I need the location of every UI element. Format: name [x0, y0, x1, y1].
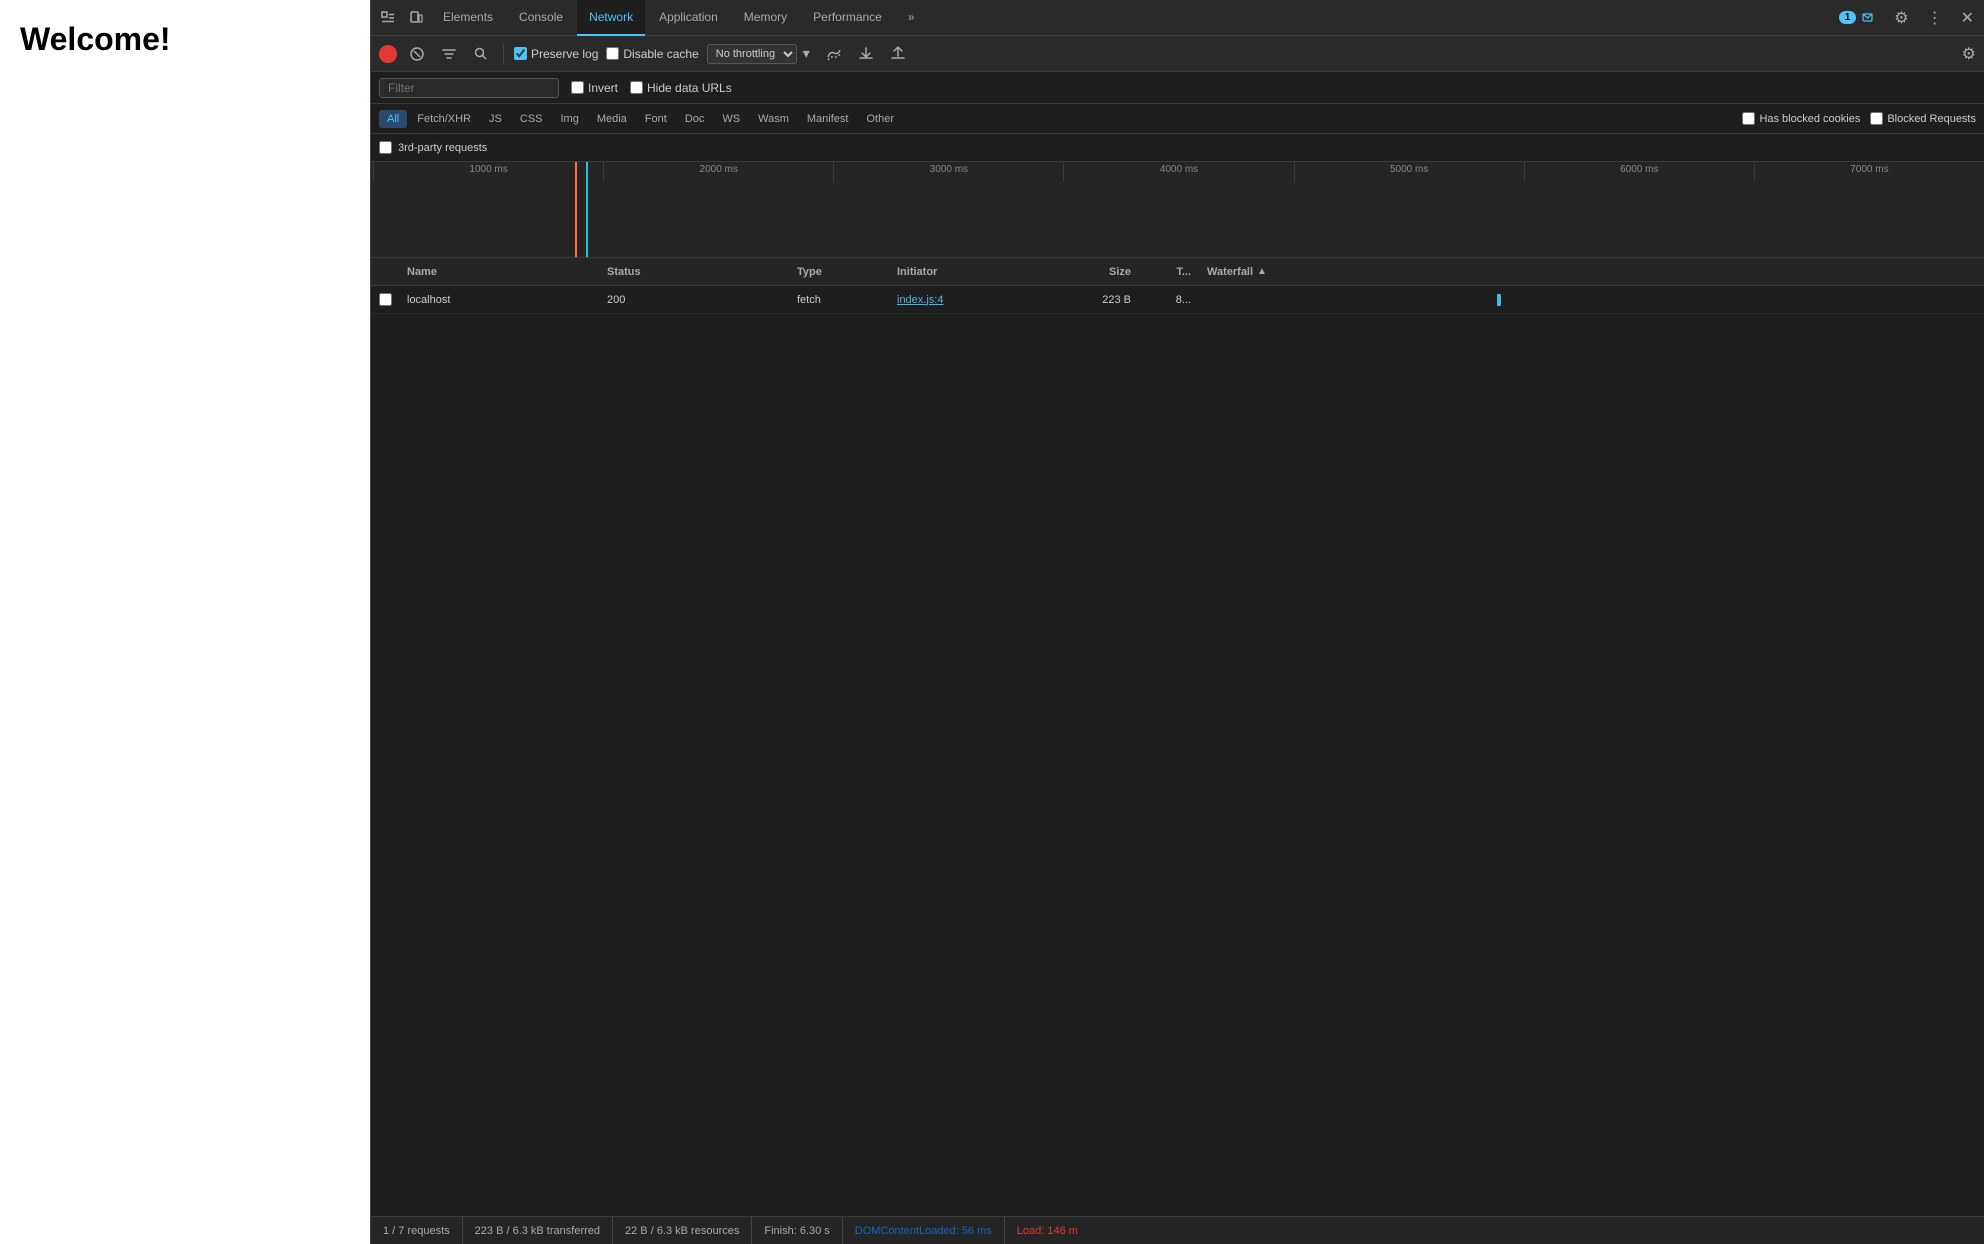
hide-data-urls-checkbox[interactable]: Hide data URLs [630, 81, 732, 95]
col-header-initiator: Initiator [889, 266, 1059, 278]
status-bar: 1 / 7 requests 223 B / 6.3 kB transferre… [371, 1216, 1984, 1244]
tick-0: 1000 ms [373, 162, 603, 182]
preserve-log-input[interactable] [514, 47, 527, 60]
type-filter-ws[interactable]: WS [714, 110, 748, 128]
type-filter-media[interactable]: Media [589, 110, 635, 128]
tab-console[interactable]: Console [507, 0, 575, 36]
tick-3: 4000 ms [1063, 162, 1293, 182]
status-requests: 1 / 7 requests [383, 1217, 463, 1244]
waterfall-bar [1497, 294, 1501, 306]
type-filter-css[interactable]: CSS [512, 110, 551, 128]
table-row[interactable]: localhost 200 fetch index.js:4 223 B 8..… [371, 286, 1984, 314]
third-party-row: 3rd-party requests [371, 134, 1984, 162]
settings-gear-btn[interactable]: ⚙ [1888, 4, 1914, 32]
row-checkbox[interactable] [379, 293, 392, 306]
status-load: Load: 146 m [1005, 1217, 1090, 1244]
search-button[interactable] [469, 44, 493, 64]
filter-button[interactable] [437, 44, 461, 64]
status-transferred: 223 B / 6.3 kB transferred [463, 1217, 613, 1244]
tab-more[interactable]: » [896, 0, 927, 36]
network-settings-btn[interactable]: ⚙ [1962, 44, 1976, 64]
disable-cache-checkbox[interactable]: Disable cache [606, 47, 698, 61]
table-header: Name Status Type Initiator Size T... Wat… [371, 258, 1984, 286]
invert-input[interactable] [571, 81, 584, 94]
preserve-log-checkbox[interactable]: Preserve log [514, 47, 598, 61]
disable-cache-input[interactable] [606, 47, 619, 60]
invert-checkbox[interactable]: Invert [571, 81, 618, 95]
has-blocked-cookies-checkbox[interactable]: Has blocked cookies [1742, 112, 1860, 125]
page-title: Welcome! [20, 20, 350, 58]
export-har-btn[interactable] [886, 44, 910, 64]
col-header-status: Status [599, 266, 789, 278]
tab-application[interactable]: Application [647, 0, 730, 36]
timeline-header: 1000 ms 2000 ms 3000 ms 4000 ms 5000 ms … [371, 162, 1984, 258]
col-header-time: T... [1139, 266, 1199, 278]
type-filter-doc[interactable]: Doc [677, 110, 713, 128]
filter-input[interactable] [379, 78, 559, 98]
throttle-dropdown-btn[interactable]: ▾ [799, 43, 814, 64]
import-har-btn[interactable] [854, 44, 878, 64]
tab-elements[interactable]: Elements [431, 0, 505, 36]
tick-1: 2000 ms [603, 162, 833, 182]
record-button[interactable] [379, 45, 397, 63]
network-toolbar: Preserve log Disable cache No throttling… [371, 36, 1984, 72]
notification-badge: 1 [1839, 11, 1857, 24]
type-filter-all[interactable]: All [379, 110, 407, 128]
device-icon-btn[interactable] [403, 7, 429, 29]
network-table: Name Status Type Initiator Size T... Wat… [371, 258, 1984, 1216]
row-type: fetch [789, 294, 889, 306]
clear-button[interactable] [405, 44, 429, 64]
col-header-size: Size [1059, 266, 1139, 278]
row-size: 223 B [1059, 294, 1139, 306]
tab-network[interactable]: Network [577, 0, 645, 36]
tab-performance[interactable]: Performance [801, 0, 894, 36]
timeline-ticks: 1000 ms 2000 ms 3000 ms 4000 ms 5000 ms … [371, 162, 1984, 182]
row-checkbox-cell [371, 293, 399, 306]
row-status: 200 [599, 294, 789, 306]
tick-5: 6000 ms [1524, 162, 1754, 182]
filter-row: Invert Hide data URLs [371, 72, 1984, 104]
tab-memory[interactable]: Memory [732, 0, 799, 36]
notifications-btn[interactable]: 1 [1833, 7, 1883, 29]
throttle-select[interactable]: No throttling Slow 3G Fast 3G Offline [707, 44, 797, 64]
waterfall-sort-icon: ▲ [1257, 266, 1267, 277]
type-filter-manifest[interactable]: Manifest [799, 110, 857, 128]
type-filter-row: All Fetch/XHR JS CSS Img Media Font Doc … [371, 104, 1984, 134]
type-filter-other[interactable]: Other [858, 110, 902, 128]
close-devtools-btn[interactable]: ✕ [1955, 4, 1980, 32]
devtools-panel: Elements Console Network Application Mem… [370, 0, 1984, 1244]
col-header-type: Type [789, 266, 889, 278]
has-blocked-cookies-input[interactable] [1742, 112, 1755, 125]
timeline-line-orange [575, 162, 577, 257]
row-initiator-link[interactable]: index.js:4 [897, 294, 943, 306]
type-filter-js[interactable]: JS [481, 110, 510, 128]
type-filter-wasm[interactable]: Wasm [750, 110, 797, 128]
tick-2: 3000 ms [833, 162, 1063, 182]
status-resources: 22 B / 6.3 kB resources [613, 1217, 752, 1244]
page-content: Welcome! [0, 0, 370, 1244]
top-right-icons: 1 ⚙ ⋮ ✕ [1833, 4, 1980, 32]
timeline-line-teal [586, 162, 588, 257]
more-options-btn[interactable]: ⋮ [1921, 4, 1949, 32]
third-party-input[interactable] [379, 141, 392, 154]
blocked-requests-checkbox[interactable]: Blocked Requests [1870, 112, 1976, 125]
status-finish: Finish: 6.30 s [752, 1217, 842, 1244]
hide-data-urls-input[interactable] [630, 81, 643, 94]
type-filter-img[interactable]: Img [553, 110, 587, 128]
col-header-name: Name [399, 266, 599, 278]
type-filter-font[interactable]: Font [637, 110, 675, 128]
tick-6: 7000 ms [1754, 162, 1984, 182]
col-header-waterfall: Waterfall ▲ [1199, 266, 1984, 278]
status-domcontent: DOMContentLoaded: 56 ms [843, 1217, 1005, 1244]
type-filter-fetch-xhr[interactable]: Fetch/XHR [409, 110, 479, 128]
third-party-label[interactable]: 3rd-party requests [379, 141, 487, 154]
inspect-icon-btn[interactable] [375, 7, 401, 29]
row-initiator: index.js:4 [889, 294, 1059, 306]
network-conditions-btn[interactable] [822, 44, 846, 64]
devtools-tab-bar: Elements Console Network Application Mem… [371, 0, 1984, 36]
row-name: localhost [399, 294, 599, 306]
blocked-requests-input[interactable] [1870, 112, 1883, 125]
row-time: 8... [1139, 294, 1199, 306]
tick-4: 5000 ms [1294, 162, 1524, 182]
